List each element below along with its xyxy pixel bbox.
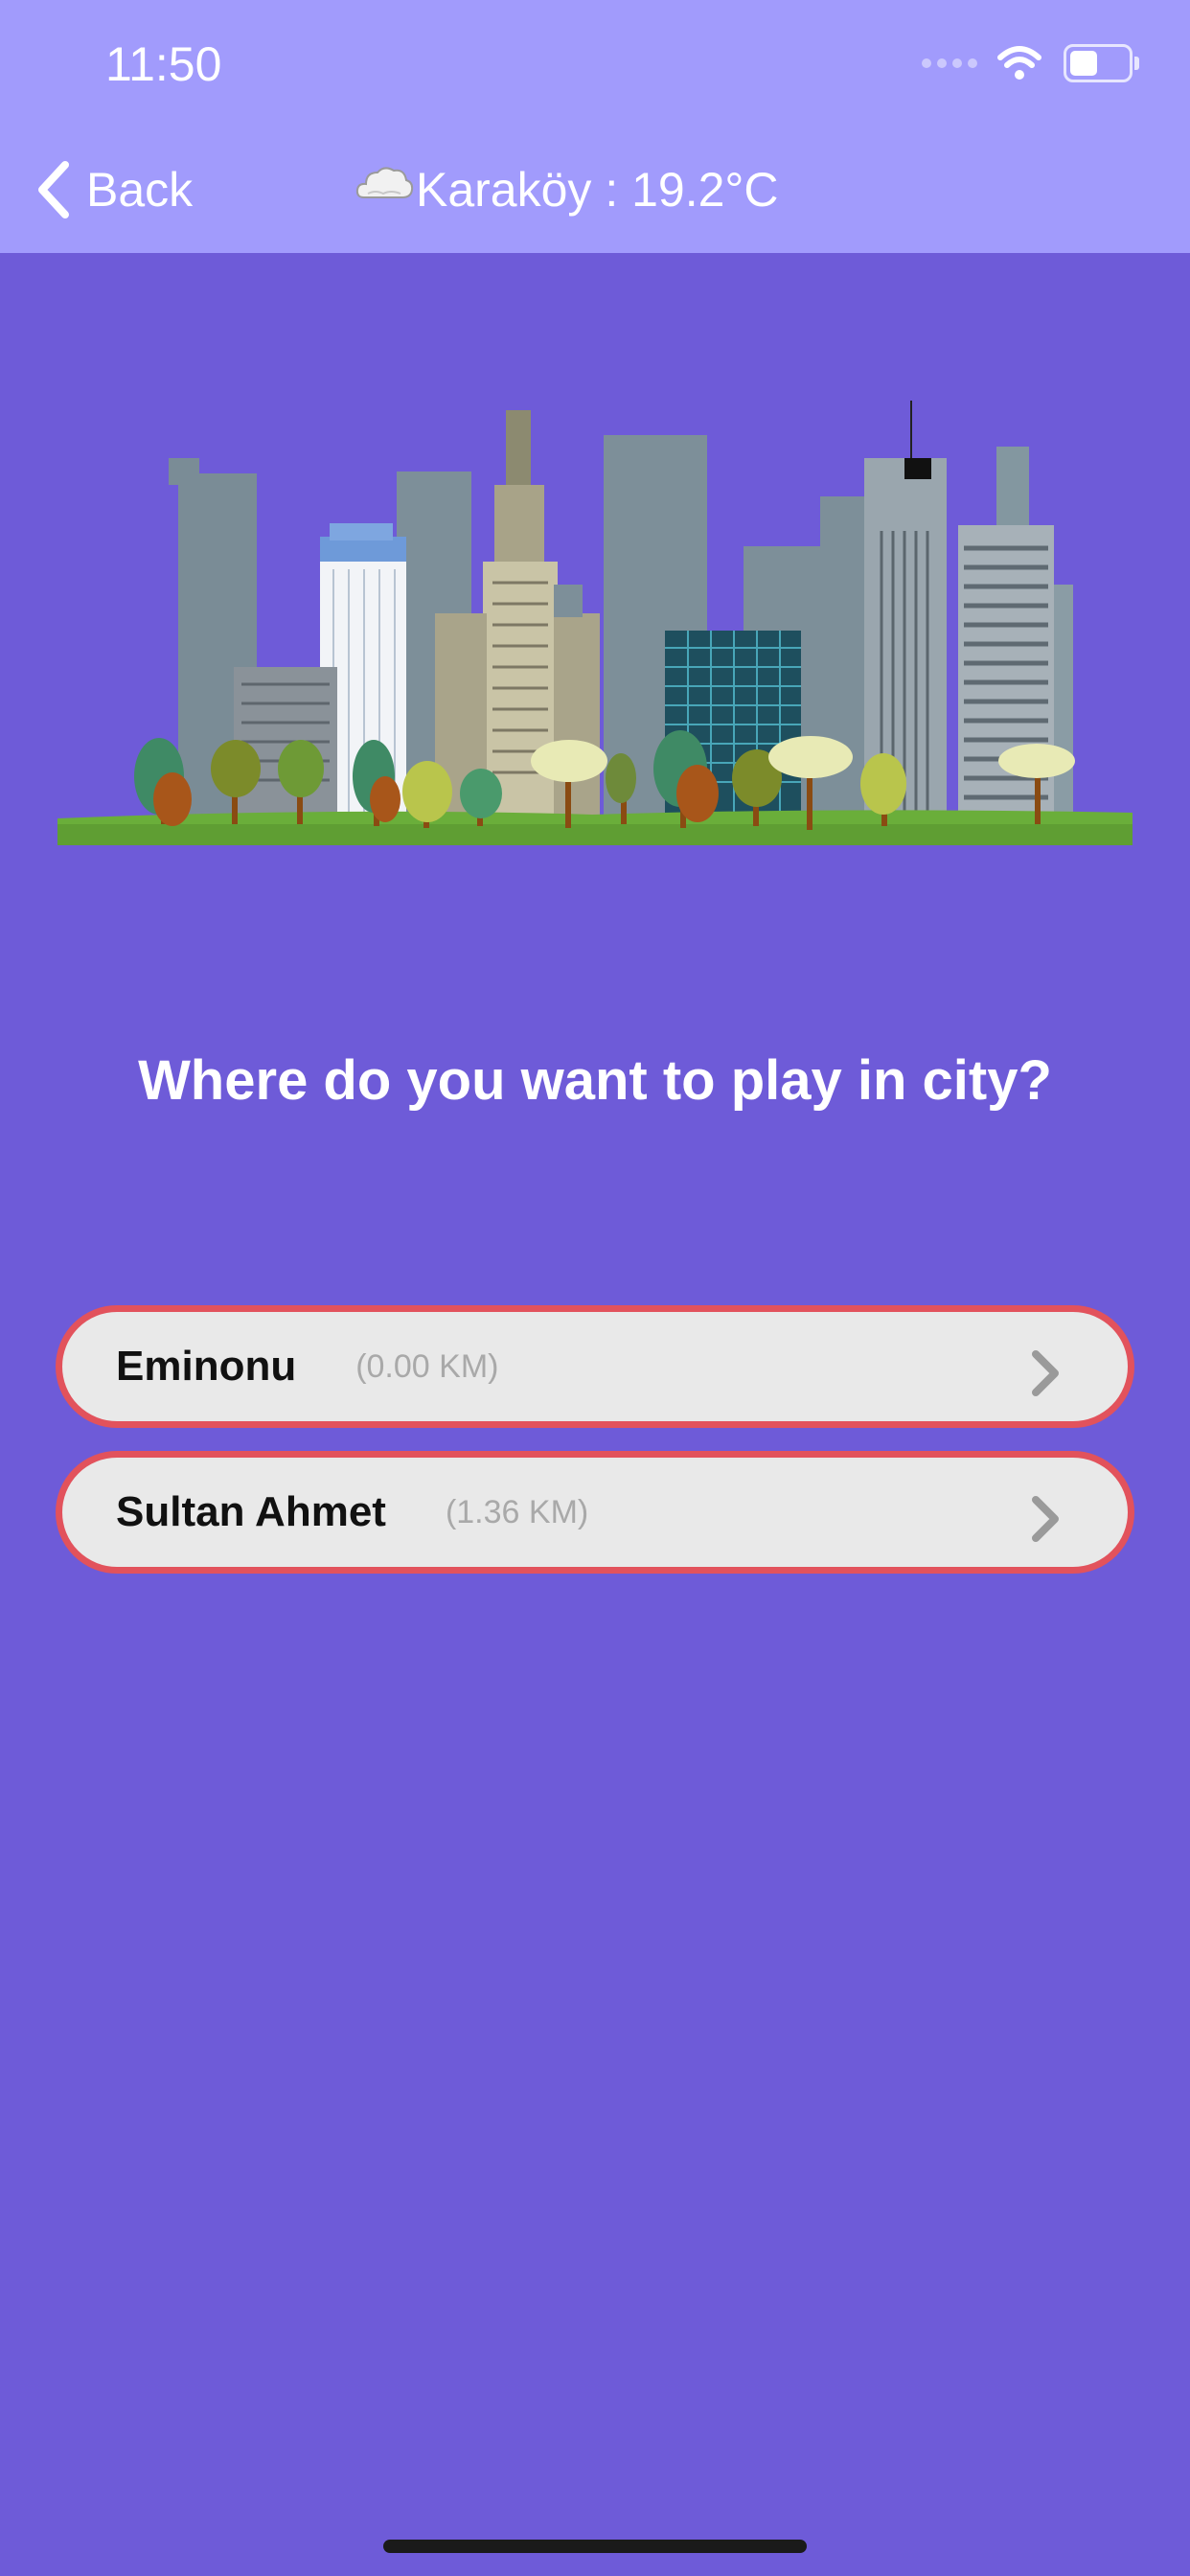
chevron-left-icon bbox=[38, 161, 69, 218]
battery-icon bbox=[1064, 44, 1139, 82]
status-time: 11:50 bbox=[105, 37, 222, 91]
location-name: Eminonu bbox=[116, 1343, 297, 1390]
city-illustration bbox=[57, 401, 1133, 845]
back-label: Back bbox=[86, 163, 194, 217]
wifi-icon bbox=[997, 46, 1041, 80]
chevron-right-icon bbox=[1032, 1496, 1059, 1542]
play-location-question: Where do you want to play in city? bbox=[138, 1049, 1052, 1112]
location-distance: (0.00 KM) bbox=[355, 1347, 499, 1385]
cloud-icon bbox=[355, 167, 414, 198]
location-distance: (1.36 KM) bbox=[445, 1493, 589, 1530]
weather-title-text: Karaköy : 19.2°C bbox=[416, 163, 779, 217]
chevron-right-icon bbox=[1032, 1350, 1059, 1396]
navigation-header: 11:50 Back Karaköy : 19.2°C bbox=[0, 0, 1190, 253]
location-name: Sultan Ahmet bbox=[116, 1488, 386, 1535]
weather-title: Karaköy : 19.2°C bbox=[355, 155, 779, 224]
back-button[interactable]: Back bbox=[34, 155, 193, 224]
home-indicator[interactable] bbox=[383, 2540, 807, 2553]
location-item-eminonu[interactable]: Eminonu (0.00 KM) bbox=[56, 1305, 1134, 1428]
cellular-signal-icon bbox=[922, 58, 977, 68]
location-list: Eminonu (0.00 KM) Sultan Ahmet (1.36 KM) bbox=[56, 1305, 1134, 1597]
location-item-sultan-ahmet[interactable]: Sultan Ahmet (1.36 KM) bbox=[56, 1451, 1134, 1574]
status-icons bbox=[922, 42, 1139, 84]
